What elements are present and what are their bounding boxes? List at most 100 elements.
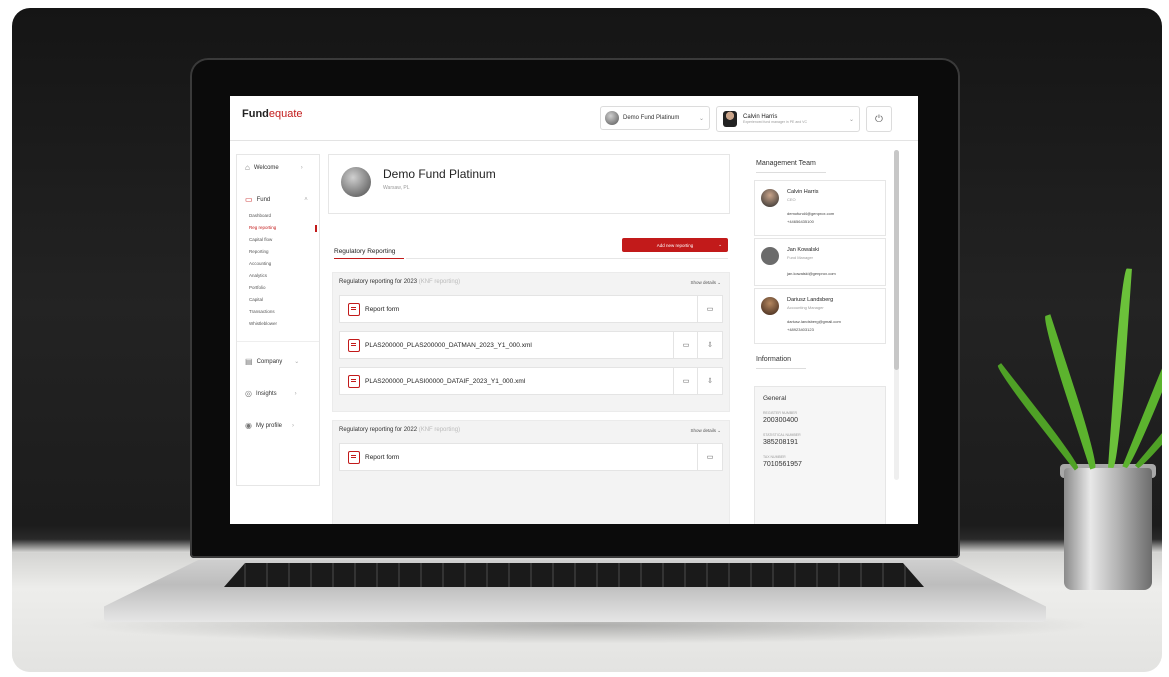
download-icon[interactable]: ⇩: [697, 332, 722, 358]
sidebar-subitem-accounting[interactable]: Accounting: [249, 261, 271, 266]
team-member-card[interactable]: Dariusz Landsberg Accounting Manager dar…: [754, 288, 886, 344]
team-member-card[interactable]: Jan Kowalski Fund Manager jan.kowalski@g…: [754, 238, 886, 286]
show-details-link[interactable]: Show details ⌄: [690, 280, 721, 286]
general-heading: General: [763, 395, 787, 402]
chevron-right-icon: ›: [294, 390, 297, 397]
register-value: 200300400: [763, 417, 799, 424]
file-icon: [348, 338, 360, 352]
sidebar-item-company[interactable]: ▤ Company ⌄: [245, 357, 299, 366]
sidebar-item-label: Insights: [255, 390, 277, 397]
member-name: Calvin Harris: [787, 189, 819, 195]
report-form-row[interactable]: Report form ▭: [339, 295, 723, 323]
sidebar-subitem-capital-flow[interactable]: Capital flow: [249, 237, 272, 242]
preview-icon[interactable]: ▭: [697, 296, 722, 322]
tab-underline: [334, 258, 404, 259]
laptop-screen: Fundequate Demo Fund Platinum ⌄ Calvin H…: [230, 96, 918, 524]
file-icon: [348, 374, 360, 388]
sidebar-subitem-whistleblower[interactable]: Whistleblower: [249, 321, 277, 326]
sidebar-item-my-profile[interactable]: ◉ My profile ›: [245, 421, 294, 430]
report-form-row[interactable]: Report form ▭: [339, 443, 723, 471]
divider: [756, 368, 806, 369]
member-email[interactable]: dariusz.landsberg@gmail.com: [787, 319, 841, 324]
preview-icon[interactable]: ▭: [673, 332, 698, 358]
sidebar-item-label: Company: [256, 358, 283, 365]
chevron-down-icon: ⌄: [698, 115, 704, 122]
app-header: Fundequate Demo Fund Platinum ⌄ Calvin H…: [230, 96, 918, 141]
information-title: Information: [756, 356, 792, 363]
fund-icon: ▭: [245, 195, 253, 204]
fund-avatar: [605, 111, 619, 125]
fund-avatar: [341, 167, 371, 197]
plant-leaf: [1108, 268, 1132, 469]
row-label: Report form: [365, 305, 400, 313]
sidebar-subitem-analytics[interactable]: Analytics: [249, 273, 267, 278]
member-name: Jan Kowalski: [787, 247, 820, 253]
management-team-title: Management Team: [756, 160, 816, 167]
profile-icon: ◉: [245, 421, 252, 430]
power-button[interactable]: ⏻: [866, 106, 892, 132]
app-logo[interactable]: Fundequate: [242, 108, 303, 120]
sidebar-item-fund[interactable]: ▭ Fund ˄: [245, 195, 308, 204]
sidebar-item-insights[interactable]: ◎ Insights ›: [245, 389, 297, 398]
member-email[interactable]: jan.kowalski@genprox.com: [787, 271, 836, 276]
sidebar-subitem-transactions[interactable]: Transactions: [249, 309, 275, 314]
active-indicator: [315, 225, 317, 232]
power-icon: ⏻: [875, 113, 883, 125]
member-name: Dariusz Landsberg: [787, 297, 834, 303]
preview-icon[interactable]: ▭: [673, 368, 698, 394]
member-role: Fund Manager: [787, 255, 814, 260]
chevron-right-icon: ›: [292, 422, 294, 429]
statistical-label: STATISTICAL NUMBER: [763, 433, 801, 437]
file-row[interactable]: PLAS200000_PLAS200000_DATMAN_2023_Y1_000…: [339, 331, 723, 359]
fund-location: Warsaw, PL: [383, 185, 410, 191]
sidebar-subitem-dashboard[interactable]: Dashboard: [249, 213, 271, 218]
sidebar-subitem-reporting[interactable]: Reporting: [249, 249, 269, 254]
member-role: Accounting Manager: [787, 305, 824, 310]
member-email[interactable]: demofund4@genprox.com: [787, 211, 834, 216]
chevron-down-icon: ⌄: [294, 359, 300, 365]
tab-divider: [406, 258, 728, 259]
tab-regulatory-reporting[interactable]: Regulatory Reporting: [334, 248, 395, 255]
preview-icon[interactable]: ▭: [697, 444, 722, 470]
scrollbar[interactable]: [894, 150, 899, 480]
user-menu[interactable]: Calvin Harris Experienced fund manager i…: [716, 106, 860, 132]
insights-icon: ◎: [245, 389, 252, 398]
download-icon[interactable]: ⇩: [697, 368, 722, 394]
register-label: REGISTER NUMBER: [763, 411, 798, 415]
plant-leaf: [1040, 314, 1100, 470]
sidebar-item-label: My profile: [255, 422, 282, 429]
plant-pot: [1064, 468, 1152, 590]
file-icon: [348, 302, 360, 316]
add-reporting-button[interactable]: Add new reporting ⌄: [622, 238, 728, 252]
member-role: CEO: [787, 197, 796, 202]
file-row[interactable]: PLAS200000_PLASI00000_DATAIF_2023_Y1_000…: [339, 367, 723, 395]
scrollbar-thumb[interactable]: [894, 150, 899, 370]
information-card: General REGISTER NUMBER 200300400 STATIS…: [754, 386, 886, 524]
team-member-card[interactable]: Calvin Harris CEO demofund4@genprox.com …: [754, 180, 886, 236]
add-reporting-label: Add new reporting: [656, 242, 694, 248]
row-label: PLAS200000_PLAS200000_DATMAN_2023_Y1_000…: [365, 341, 532, 349]
chevron-down-icon: ⌄: [717, 280, 721, 285]
sidebar-subitem-portfolio[interactable]: Portfolio: [249, 285, 266, 290]
divider: [237, 341, 319, 342]
tax-label: TAX NUMBER: [763, 455, 786, 459]
sidebar-subitem-capital[interactable]: Capital: [249, 297, 263, 302]
user-avatar: [723, 111, 737, 127]
fund-selector-label: Demo Fund Platinum: [623, 115, 680, 121]
row-label: PLAS200000_PLASI00000_DATAIF_2023_Y1_000…: [365, 377, 526, 385]
reporting-section-2023: Regulatory reporting for 2023 (KNF repor…: [332, 272, 730, 412]
sidebar-item-welcome[interactable]: ⌂ Welcome ›: [245, 163, 303, 172]
laptop-keyboard: [224, 563, 924, 587]
sidebar-item-label: Welcome: [253, 164, 279, 171]
sidebar-subitem-reg-reporting[interactable]: Reg reporting: [249, 225, 276, 230]
sidebar: ⌂ Welcome › ▭ Fund ˄ Dashboard Reg repor…: [236, 154, 320, 486]
section-title: Regulatory reporting for 2022 (KNF repor…: [339, 427, 461, 433]
chevron-up-icon: ˄: [304, 196, 308, 203]
show-details-link[interactable]: Show details ⌄: [690, 428, 721, 434]
fund-selector[interactable]: Demo Fund Platinum ⌄: [600, 106, 710, 130]
section-title: Regulatory reporting for 2023 (KNF repor…: [339, 279, 461, 285]
chevron-down-icon: ⌄: [848, 116, 854, 123]
user-subtitle: Experienced fund manager in PE and VC: [743, 120, 808, 124]
chevron-right-icon: ›: [300, 164, 303, 171]
home-icon: ⌂: [245, 163, 250, 172]
